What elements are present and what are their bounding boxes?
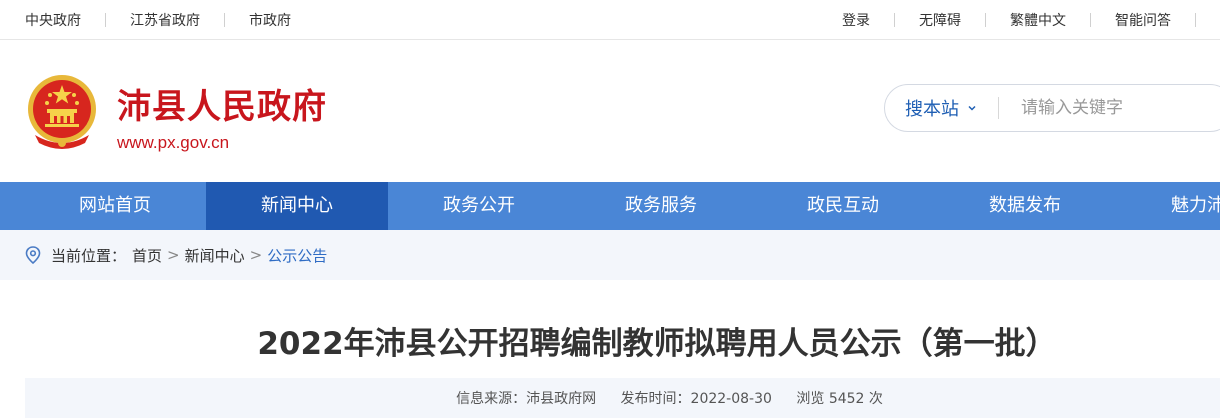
nav-item-data-release[interactable]: 数据发布 <box>934 182 1116 230</box>
site-header: 沛县人民政府 www.px.gov.cn 搜本站 <box>0 41 1220 182</box>
divider <box>1090 13 1091 27</box>
search-scope-dropdown[interactable]: 搜本站 <box>905 85 977 131</box>
article-meta: 信息来源：沛县政府网 发布时间：2022-08-30 浏览 5452 次 <box>25 388 1220 408</box>
national-emblem-icon[interactable] <box>25 73 99 151</box>
search-divider <box>998 97 999 119</box>
article-source: 信息来源：沛县政府网 <box>456 391 597 407</box>
divider <box>985 13 986 27</box>
nav-item-government-affairs-open[interactable]: 政务公开 <box>388 182 570 230</box>
breadcrumb: 当前位置： 首页 > 新闻中心 > 公示公告 <box>25 230 327 280</box>
breadcrumb-separator: > <box>167 246 180 264</box>
login-link[interactable]: 登录 <box>842 10 870 30</box>
accessibility-link[interactable]: 无障碍 <box>919 10 961 30</box>
nav-item-home[interactable]: 网站首页 <box>24 182 206 230</box>
nav-item-government-services[interactable]: 政务服务 <box>570 182 752 230</box>
article-publish-time: 发布时间：2022-08-30 <box>620 391 772 407</box>
nav-item-news-center[interactable]: 新闻中心 <box>206 182 388 230</box>
location-pin-icon <box>25 246 41 264</box>
divider <box>105 13 106 27</box>
search-box: 搜本站 <box>884 84 1220 132</box>
site-title[interactable]: 沛县人民政府 <box>117 79 327 128</box>
link-jiangsu-gov[interactable]: 江苏省政府 <box>130 10 200 30</box>
link-city-gov[interactable]: 市政府 <box>249 10 291 30</box>
search-input[interactable] <box>1021 96 1220 120</box>
breadcrumb-home[interactable]: 首页 <box>132 245 162 266</box>
nav-item-public-interaction[interactable]: 政民互动 <box>752 182 934 230</box>
top-bar: 中央政府 江苏省政府 市政府 登录 无障碍 繁體中文 智能问答 <box>0 0 1220 40</box>
top-left-links: 中央政府 江苏省政府 市政府 <box>25 0 291 40</box>
article-views: 浏览 5452 次 <box>796 391 883 407</box>
top-right-links: 登录 无障碍 繁體中文 智能问答 <box>842 0 1220 40</box>
main-nav: 网站首页 新闻中心 政务公开 政务服务 政民互动 数据发布 魅力沛县 <box>0 182 1220 230</box>
link-central-gov[interactable]: 中央政府 <box>25 10 81 30</box>
smart-qa-link[interactable]: 智能问答 <box>1115 10 1171 30</box>
breadcrumb-bar: 当前位置： 首页 > 新闻中心 > 公示公告 <box>0 230 1220 280</box>
traditional-chinese-link[interactable]: 繁體中文 <box>1010 10 1066 30</box>
breadcrumb-news-center[interactable]: 新闻中心 <box>185 245 245 266</box>
nav-item-charm-peixian[interactable]: 魅力沛县 <box>1116 182 1220 230</box>
search-scope-label: 搜本站 <box>905 99 959 120</box>
breadcrumb-prefix: 当前位置： <box>51 246 127 265</box>
article-title: 2022年沛县公开招聘编制教师拟聘用人员公示（第一批） <box>257 326 1057 362</box>
breadcrumb-separator: > <box>249 246 263 264</box>
chevron-down-icon <box>968 105 976 111</box>
breadcrumb-notices[interactable]: 公示公告 <box>267 245 327 266</box>
divider <box>894 13 895 27</box>
article-meta-bar: 信息来源：沛县政府网 发布时间：2022-08-30 浏览 5452 次 <box>25 378 1220 418</box>
site-url: www.px.gov.cn <box>117 133 230 152</box>
divider <box>1195 13 1196 27</box>
divider <box>224 13 225 27</box>
